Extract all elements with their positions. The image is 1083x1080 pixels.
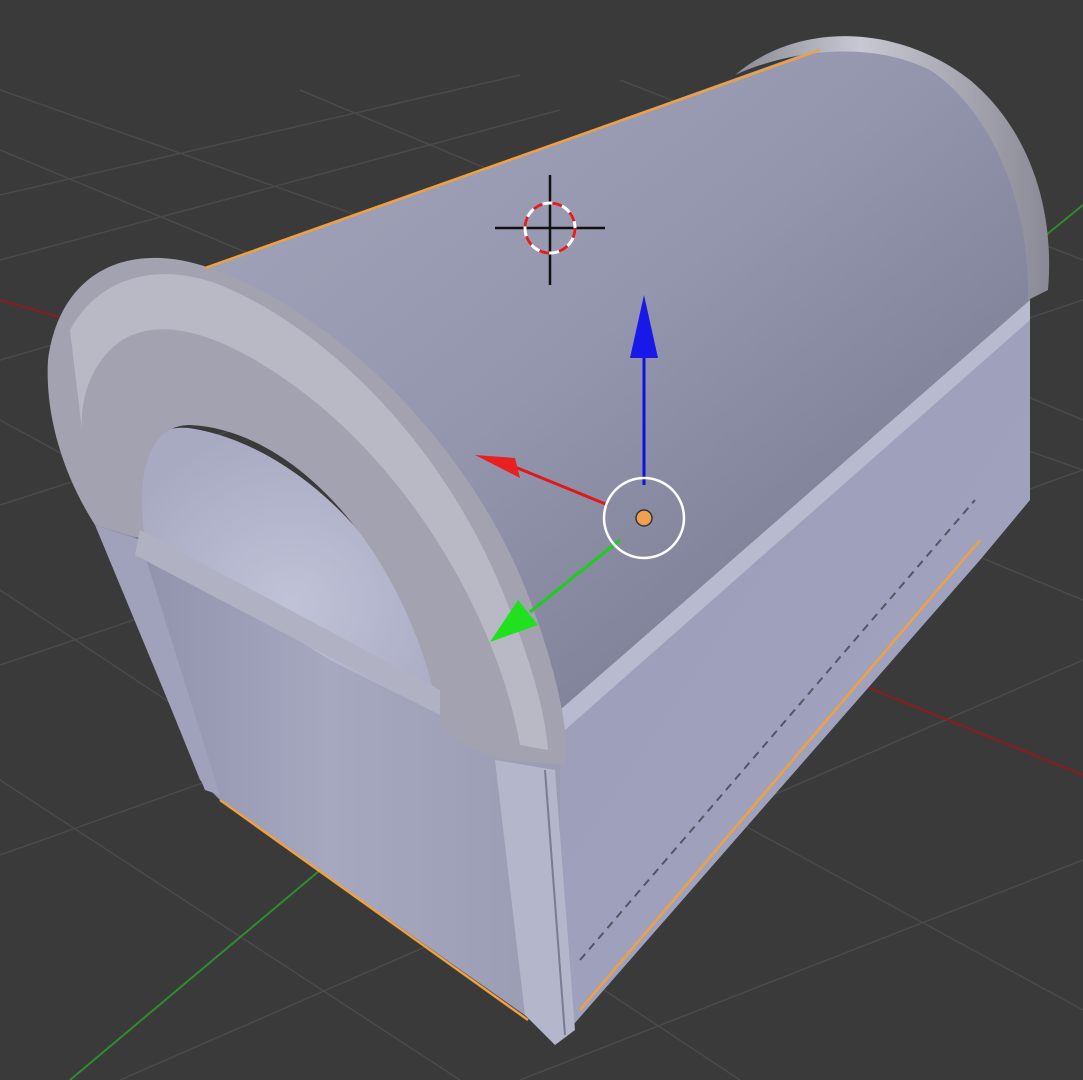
object-origin-dot (635, 509, 653, 527)
treasure-chest-mesh[interactable] (47, 36, 1050, 1045)
world-y-axis (69, 844, 351, 1080)
3d-viewport[interactable] (0, 0, 1083, 1080)
